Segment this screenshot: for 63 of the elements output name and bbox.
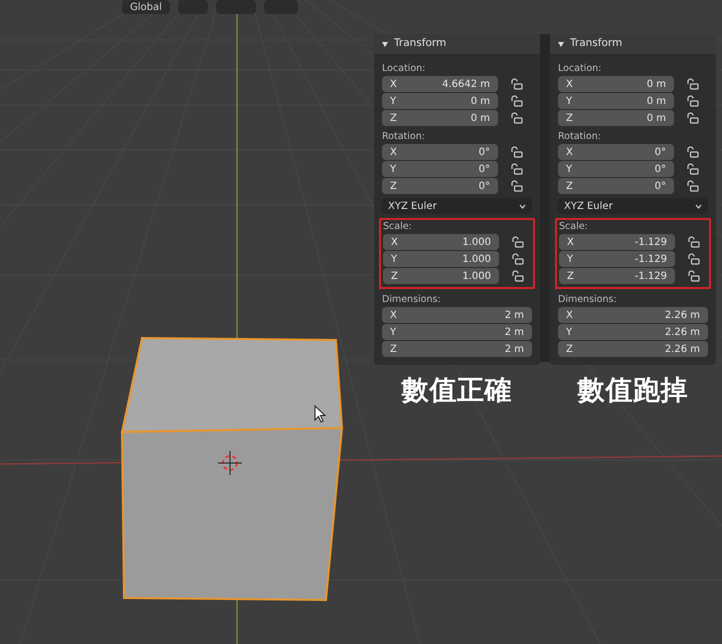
chevron-down-icon [695, 204, 702, 208]
mouse-pointer-icon [314, 405, 326, 423]
padlock-icon[interactable] [686, 95, 699, 107]
padlock-icon[interactable] [687, 270, 700, 282]
padlock-icon[interactable] [511, 236, 524, 248]
padlock-icon[interactable] [686, 112, 699, 124]
padlock-icon[interactable] [686, 78, 699, 90]
orientation-dropdown[interactable]: Global [122, 0, 170, 14]
panel-header[interactable]: Transform [374, 34, 540, 54]
padlock-icon[interactable] [511, 253, 524, 265]
padlock-icon[interactable] [511, 270, 524, 282]
triangle-down-icon [382, 42, 388, 46]
number-field[interactable]: Y 2 m [382, 324, 532, 340]
number-field[interactable]: X 1.000 [383, 234, 499, 250]
padlock-icon[interactable] [510, 112, 523, 124]
number-field[interactable]: Y 0 m [558, 93, 674, 109]
padlock-icon[interactable] [686, 180, 699, 192]
number-field[interactable]: Z 1.000 [383, 268, 499, 284]
number-field[interactable]: X 0 m [558, 76, 674, 92]
padlock-icon[interactable] [687, 236, 700, 248]
padlock-icon[interactable] [686, 146, 699, 158]
number-field[interactable]: Y 0° [558, 161, 674, 177]
number-field[interactable]: Z 0 m [382, 110, 498, 126]
number-field[interactable]: Z 2 m [382, 341, 532, 357]
number-field[interactable]: Y 0° [382, 161, 498, 177]
chevron-down-icon [519, 204, 526, 208]
section-label: Location: [382, 62, 426, 76]
padlock-icon[interactable] [510, 163, 523, 175]
number-field[interactable]: Y 2.26 m [558, 324, 708, 340]
number-field[interactable]: Y 0 m [382, 93, 498, 109]
section-label: Scale: [559, 220, 589, 234]
number-field[interactable]: Y 1.000 [383, 251, 499, 267]
number-field[interactable]: X 2.26 m [558, 307, 708, 323]
padlock-icon[interactable] [510, 95, 523, 107]
caption: 數值跑掉 [578, 377, 688, 404]
number-field[interactable]: X 0° [382, 144, 498, 160]
rotation-mode-dropdown[interactable]: XYZ Euler [382, 198, 532, 214]
padlock-icon[interactable] [686, 163, 699, 175]
number-field[interactable]: X -1.129 [559, 234, 675, 250]
section-label: Location: [558, 62, 602, 76]
padlock-icon[interactable] [510, 78, 523, 90]
section-label: Dimensions: [558, 293, 618, 307]
padlock-icon[interactable] [510, 146, 523, 158]
triangle-down-icon [558, 42, 564, 46]
number-field[interactable]: Z -1.129 [559, 268, 675, 284]
caption: 數值正確 [402, 377, 512, 404]
section-label: Scale: [383, 220, 413, 234]
number-field[interactable]: X 0° [558, 144, 674, 160]
number-field[interactable]: Z 2.26 m [558, 341, 708, 357]
section-label: Dimensions: [382, 293, 442, 307]
padlock-icon[interactable] [510, 180, 523, 192]
padlock-icon[interactable] [687, 253, 700, 265]
number-field[interactable]: X 4.6642 m [382, 76, 498, 92]
number-field[interactable]: Z 0° [558, 178, 674, 194]
number-field[interactable]: Y -1.129 [559, 251, 675, 267]
section-label: Rotation: [558, 130, 602, 144]
number-field[interactable]: Z 0 m [558, 110, 674, 126]
3d-cursor-icon [218, 451, 242, 475]
section-label: Rotation: [382, 130, 426, 144]
number-field[interactable]: Z 0° [382, 178, 498, 194]
panel-header[interactable]: Transform [550, 34, 716, 54]
rotation-mode-dropdown[interactable]: XYZ Euler [558, 198, 708, 214]
number-field[interactable]: X 2 m [382, 307, 532, 323]
